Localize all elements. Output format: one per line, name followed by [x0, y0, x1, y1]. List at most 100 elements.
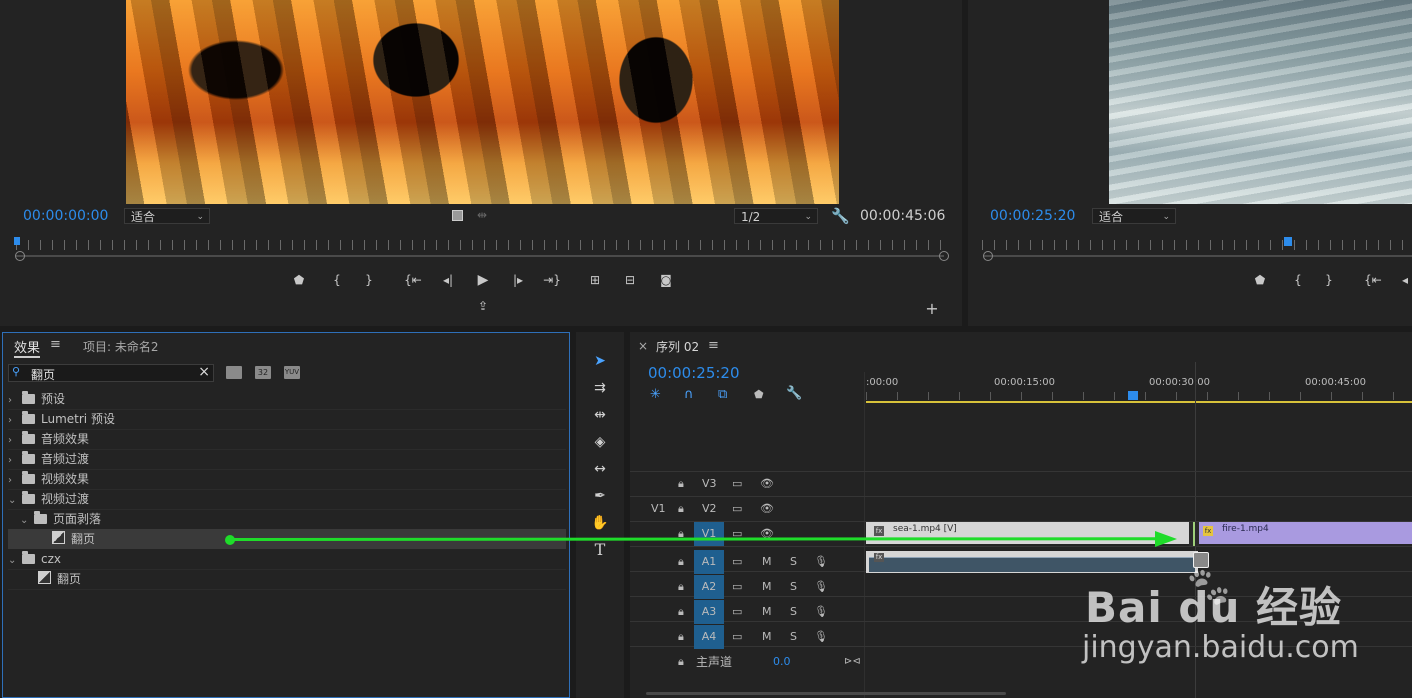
- ripple-edit-tool-icon[interactable]: ⇹: [588, 403, 612, 427]
- source-timecode-current[interactable]: 00:00:00:00: [23, 208, 108, 224]
- eye-icon[interactable]: 👁︎: [760, 472, 774, 496]
- mark-in-icon[interactable]: {: [328, 272, 346, 288]
- program-fit-dropdown[interactable]: 适合 ⌄: [1092, 208, 1176, 224]
- program-timecode[interactable]: 00:00:25:20: [990, 208, 1075, 224]
- yuv-icon[interactable]: YUV: [284, 366, 300, 379]
- source-ruler[interactable]: [16, 240, 950, 250]
- add-button-icon[interactable]: +: [923, 301, 941, 317]
- source-playhead[interactable]: [14, 237, 20, 245]
- tree-item-page-turn-preset[interactable]: 翻页: [8, 569, 566, 590]
- track-a3[interactable]: 🔒︎ A3 ▭ M S 🎙︎: [630, 600, 864, 624]
- lock-icon[interactable]: 🔒︎: [678, 472, 684, 496]
- mic-icon[interactable]: 🎙︎: [814, 600, 828, 624]
- tree-item-lumetri-presets[interactable]: › Lumetri 预设: [8, 409, 566, 430]
- work-area-bar[interactable]: [866, 401, 1412, 403]
- resolution-dropdown[interactable]: 1/2 ⌄: [734, 208, 818, 224]
- program-playhead[interactable]: [1284, 237, 1292, 246]
- track-v3[interactable]: 🔒︎ V3 ▭ 👁︎: [630, 472, 864, 496]
- insert-icon[interactable]: ⊞: [586, 272, 604, 288]
- pen-tool-icon[interactable]: ✒: [588, 484, 612, 508]
- go-to-out-icon[interactable]: ⇥}: [543, 272, 561, 288]
- sequence-tab[interactable]: 序列 02: [656, 338, 699, 355]
- search-box[interactable]: ⚲ 翻页 ×: [8, 364, 214, 382]
- clip-sea-video[interactable]: fx sea-1.mp4 [V]: [866, 522, 1190, 544]
- timeline-timecode[interactable]: 00:00:25:20: [648, 364, 740, 382]
- mic-icon[interactable]: 🎙︎: [814, 625, 828, 649]
- tree-item-audio-effects[interactable]: › 音频效果: [8, 429, 566, 450]
- solo-button[interactable]: S: [790, 575, 797, 599]
- add-marker-icon[interactable]: ⬟: [290, 272, 308, 288]
- mute-button[interactable]: M: [762, 575, 772, 599]
- lock-icon[interactable]: 🔒︎: [678, 522, 684, 546]
- clip-fire-video[interactable]: fx fire-1.mp4: [1199, 522, 1412, 544]
- step-forward-icon[interactable]: |▸: [509, 272, 527, 288]
- drag-video-icon[interactable]: ⇹: [477, 208, 487, 222]
- close-tab-icon[interactable]: ×: [638, 339, 648, 353]
- tree-item-video-effects[interactable]: › 视频效果: [8, 469, 566, 490]
- go-to-in-icon[interactable]: {⇤: [1364, 272, 1382, 288]
- add-marker-icon[interactable]: ⬟: [754, 388, 764, 401]
- snap-icon[interactable]: ✳: [650, 387, 661, 402]
- source-fit-dropdown[interactable]: 适合 ⌄: [124, 208, 210, 224]
- hand-tool-icon[interactable]: ✋: [588, 511, 612, 535]
- 32-bit-icon[interactable]: 32: [255, 366, 271, 379]
- sync-lock-icon[interactable]: ▭: [732, 522, 742, 546]
- tree-item-presets[interactable]: › 预设: [8, 389, 566, 410]
- source-patch[interactable]: V1: [651, 497, 666, 521]
- lock-icon[interactable]: 🔒︎: [678, 625, 684, 649]
- lock-icon[interactable]: 🔒︎: [678, 600, 684, 624]
- play-icon[interactable]: ▶: [474, 272, 492, 288]
- master-volume-value[interactable]: 0.0: [773, 650, 791, 674]
- eye-icon[interactable]: 👁︎: [760, 522, 774, 546]
- clear-search-icon[interactable]: ×: [198, 364, 210, 380]
- selection-tool-icon[interactable]: ➤: [588, 349, 612, 373]
- track-name[interactable]: A3: [694, 600, 724, 624]
- eye-icon[interactable]: 👁︎: [760, 497, 774, 521]
- mark-in-icon[interactable]: {: [1289, 272, 1307, 288]
- tree-item-czx[interactable]: ⌄ czx: [8, 549, 566, 570]
- go-to-in-icon[interactable]: {⇤: [404, 272, 422, 288]
- source-scroll-bar[interactable]: [16, 255, 944, 257]
- add-marker-icon[interactable]: ⬟: [1251, 272, 1269, 288]
- track-a4[interactable]: 🔒︎ A4 ▭ M S 🎙︎: [630, 625, 864, 649]
- tab-effects[interactable]: 效果: [14, 337, 41, 358]
- edit-point-marker[interactable]: [1189, 522, 1199, 546]
- track-a1[interactable]: 🔒︎ A1 ▭ M S 🎙︎: [630, 550, 864, 574]
- sync-lock-icon[interactable]: ▭: [732, 575, 742, 599]
- tab-project[interactable]: 项目: 未命名2: [83, 338, 159, 355]
- sync-lock-icon[interactable]: ▭: [732, 625, 742, 649]
- track-name[interactable]: A4: [694, 625, 724, 649]
- tree-item-page-peel[interactable]: ⌄ 页面剥落: [20, 509, 566, 530]
- export-frame-icon[interactable]: ◙: [657, 272, 675, 288]
- lock-icon[interactable]: 🔒︎: [678, 575, 684, 599]
- program-ruler[interactable]: [982, 240, 1412, 250]
- sync-lock-icon[interactable]: ▭: [732, 472, 742, 496]
- sync-lock-icon[interactable]: ▭: [732, 600, 742, 624]
- tree-item-audio-transitions[interactable]: › 音频过渡: [8, 449, 566, 470]
- linked-selection-icon[interactable]: ⧉: [718, 387, 727, 402]
- mute-button[interactable]: M: [762, 625, 772, 649]
- mark-out-icon[interactable]: }: [360, 272, 378, 288]
- go-to-end-icon[interactable]: ⊳⊲: [844, 650, 861, 674]
- mute-button[interactable]: M: [762, 600, 772, 624]
- sync-lock-icon[interactable]: ▭: [732, 550, 742, 574]
- track-name[interactable]: A2: [694, 575, 724, 599]
- search-input[interactable]: 翻页: [31, 366, 55, 383]
- scroll-handle-left[interactable]: [15, 251, 25, 261]
- track-a2[interactable]: 🔒︎ A2 ▭ M S 🎙︎: [630, 575, 864, 599]
- timeline-settings-icon[interactable]: 🔧: [786, 386, 802, 401]
- track-select-tool-icon[interactable]: ⇉: [588, 376, 612, 400]
- timeline-scroll-bar[interactable]: [646, 692, 1006, 695]
- type-tool-icon[interactable]: T: [588, 538, 612, 562]
- overwrite-icon[interactable]: ⊟: [621, 272, 639, 288]
- step-back-icon[interactable]: ◂: [1396, 272, 1412, 288]
- lock-icon[interactable]: 🔒︎: [678, 497, 684, 521]
- mark-out-icon[interactable]: }: [1320, 272, 1338, 288]
- mic-icon[interactable]: 🎙︎: [814, 550, 828, 574]
- track-name[interactable]: A1: [694, 550, 724, 574]
- razor-tool-icon[interactable]: ◈: [588, 430, 612, 454]
- track-v1[interactable]: 🔒︎ V1 ▭ 👁︎: [630, 522, 864, 546]
- track-master[interactable]: 🔒︎ 主声道 0.0 ⊳⊲: [630, 650, 864, 674]
- sync-lock-icon[interactable]: ▭: [732, 497, 742, 521]
- lock-icon[interactable]: 🔒︎: [678, 650, 684, 674]
